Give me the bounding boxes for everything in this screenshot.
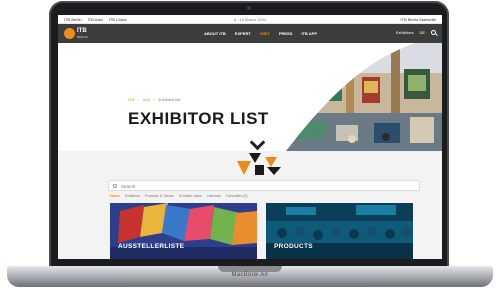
exhibitors-link[interactable]: Exhibitors	[396, 30, 414, 35]
itb-logo[interactable]: ITB BERLIN	[64, 27, 108, 40]
nav-item-expert[interactable]: EXPERT	[235, 31, 251, 36]
nav-menu: ABOUT ITB EXPERT VISIT PRESS ITB APP	[204, 31, 317, 36]
event-dates: 6 - 10 March 2023	[233, 17, 267, 22]
search-icon	[113, 184, 117, 188]
card-label: AUSSTELLERLISTE	[118, 243, 185, 250]
logo-subtext: BERLIN	[77, 35, 88, 39]
filter-tab-home[interactable]: Home	[110, 194, 120, 198]
page-title: EXHIBITOR LIST	[128, 109, 269, 128]
nav-item-visit[interactable]: VISIT	[260, 31, 270, 36]
device-label: MacBook Air	[231, 272, 269, 278]
nav-item-about[interactable]: ABOUT ITB	[204, 31, 226, 36]
top-utility-bar: ITB Berlin ITB Asia ITB China 6 - 10 Mar…	[58, 15, 442, 24]
filter-tabs: Home Exhibitors Products & Trends Exhibi…	[110, 194, 247, 198]
search-input[interactable]	[121, 182, 411, 190]
chevron-down-icon[interactable]	[249, 134, 266, 151]
crowd-image	[266, 203, 413, 259]
card-label: PRODUCTS	[274, 243, 313, 250]
camera-icon	[247, 6, 251, 10]
breadcrumb: ITB › Visit › Exhibitor list	[128, 97, 181, 102]
language-switch[interactable]: DE	[419, 30, 425, 35]
breadcrumb-item[interactable]: ITB	[128, 97, 134, 102]
logo-mark-icon	[64, 28, 75, 39]
card-products[interactable]: PRODUCTS	[266, 203, 413, 259]
laptop-base: MacBook Air	[7, 266, 493, 287]
filter-tab-exhibitors[interactable]: Exhibitors	[125, 194, 140, 198]
browser-screen: ITB Berlin ITB Asia ITB China 6 - 10 Mar…	[58, 15, 442, 259]
breadcrumb-item[interactable]: Visit	[143, 97, 150, 102]
filter-tab-calendar[interactable]: Calendar	[207, 194, 221, 198]
content-area: Home Exhibitors Products & Trends Exhibi…	[58, 151, 442, 259]
hero-section: ITB › Visit › Exhibitor list EXHIBITOR LIS…	[58, 43, 442, 151]
nav-item-press[interactable]: PRESS	[279, 31, 293, 36]
nav-utilities: Exhibitors DE	[396, 30, 436, 35]
main-navigation: ITB BERLIN ABOUT ITB EXPERT VISIT PRESS …	[58, 24, 442, 43]
search-icon[interactable]	[431, 30, 436, 35]
flags-image	[110, 203, 257, 259]
breadcrumb-current: Exhibitor list	[158, 97, 181, 102]
decorative-shape-graphic	[237, 153, 281, 175]
homepage-link[interactable]: ITB Berlin Startseite	[400, 17, 436, 22]
card-exhibitor-list[interactable]: AUSSTELLERLISTE	[110, 203, 257, 259]
logo-text: ITB	[77, 28, 87, 34]
nav-item-app[interactable]: ITB APP	[301, 31, 317, 36]
filter-tab-favourites[interactable]: Favourites (0)	[226, 194, 248, 198]
filter-tab-news[interactable]: Exhibitor news	[179, 194, 202, 198]
exhibitor-search[interactable]	[108, 180, 420, 191]
hero-image	[286, 43, 442, 151]
filter-tab-products[interactable]: Products & Trends	[145, 194, 174, 198]
